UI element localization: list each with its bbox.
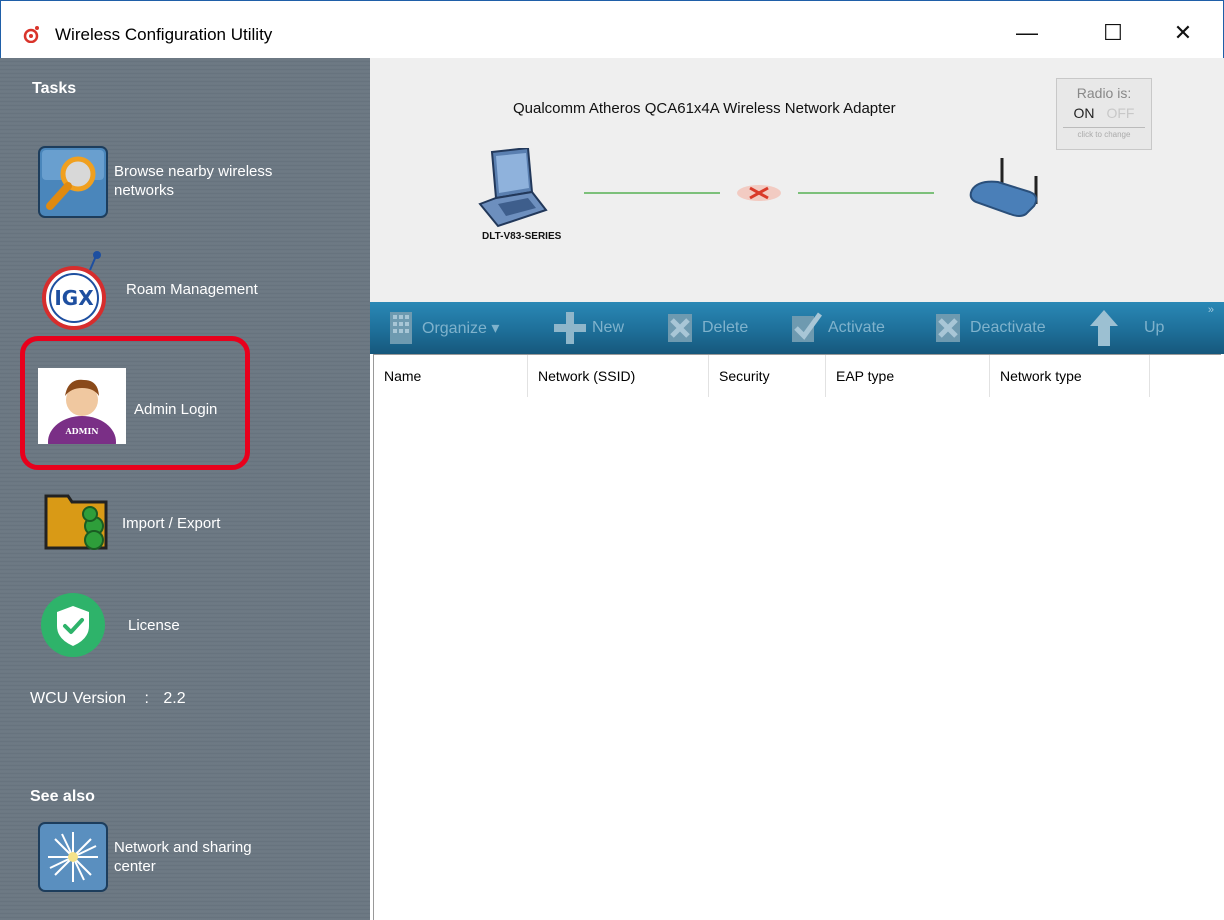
sidebar-item-import-export[interactable]: Import / Export (44, 490, 264, 554)
radio-on-label: ON (1073, 105, 1095, 121)
up-label: Up (1144, 319, 1165, 336)
column-header-name[interactable]: Name (374, 355, 528, 397)
deactivate-label: Deactivate (970, 319, 1046, 336)
sidebar-item-label: Import / Export (122, 515, 221, 532)
profile-toolbar: Organize ▾ New Delete Activate Deactivat… (370, 302, 1224, 354)
sidebar-item-label: Admin Login (134, 401, 218, 418)
profile-list[interactable]: Name Network (SSID) Security EAP type Ne… (373, 354, 1221, 920)
shield-check-icon (41, 593, 105, 657)
router-icon (969, 158, 1038, 217)
column-header-eap-type[interactable]: EAP type (826, 355, 990, 397)
computer-name: DLT-V83-SERIES (482, 231, 562, 242)
new-button[interactable]: New (554, 302, 624, 354)
adapter-name: Qualcomm Atheros QCA61x4A Wireless Netwo… (513, 100, 896, 117)
svg-text:IGX: IGX (54, 286, 94, 310)
sidebar-item-license[interactable]: License (40, 592, 240, 658)
sidebar-item-label: License (128, 617, 180, 634)
deactivate-icon (936, 314, 960, 342)
column-header-security[interactable]: Security (709, 355, 826, 397)
minimize-button[interactable]: — (997, 11, 1057, 55)
sidebar-item-label: Roam Management (126, 281, 258, 298)
main-pane: Qualcomm Atheros QCA61x4A Wireless Netwo… (370, 58, 1224, 920)
sidebar-item-label: Browse nearby wireless networks (114, 163, 273, 199)
sidebar-item-network-sharing-center[interactable]: Network and sharing center (38, 822, 308, 894)
maximize-button[interactable]: ☐ (1083, 11, 1143, 55)
column-header-ssid[interactable]: Network (SSID) (528, 355, 709, 397)
sidebar-item-roam-management[interactable]: IGX Roam Management (38, 248, 308, 334)
deactivate-button[interactable]: Deactivate (932, 302, 1046, 354)
adapter-banner: Qualcomm Atheros QCA61x4A Wireless Netwo… (370, 58, 1224, 302)
folder-icon (44, 494, 108, 550)
magnifier-icon (38, 146, 108, 218)
radio-toggle[interactable]: Radio is: ON OFF click to change (1056, 78, 1152, 150)
organize-button[interactable]: Organize ▾ (384, 302, 499, 354)
version-value: 2.2 (163, 690, 186, 707)
delete-label: Delete (702, 319, 749, 336)
admin-icon-text: ADMIN (64, 426, 98, 436)
activate-icon (792, 312, 822, 342)
up-arrow-icon (1090, 310, 1118, 346)
column-header-network-type[interactable]: Network type (990, 355, 1150, 397)
network-star-icon (38, 822, 108, 892)
app-logo-icon (23, 26, 39, 43)
radio-title: Radio is: (1076, 85, 1132, 101)
disconnected-x-icon (758, 184, 778, 202)
tasks-heading: Tasks (32, 80, 77, 97)
sidebar-item-browse-networks[interactable]: Browse nearby wireless networks (38, 146, 308, 222)
laptop-icon (478, 148, 548, 228)
admin-user-icon: ADMIN (38, 368, 126, 444)
activate-button[interactable]: Activate (790, 302, 885, 354)
radio-off-label: OFF (1106, 105, 1135, 121)
organize-icon (390, 312, 412, 344)
see-also-heading: See also (30, 788, 95, 805)
radio-hint: click to change (1063, 127, 1145, 139)
close-button[interactable]: ✕ (1153, 11, 1213, 55)
version-separator: : (144, 690, 149, 707)
organize-label: Organize ▾ (422, 320, 500, 337)
version-info: WCU Version : 2.2 (30, 690, 186, 708)
sidebar-item-admin-login[interactable]: ADMIN Admin Login (38, 368, 238, 444)
version-label: WCU Version (30, 690, 127, 707)
new-label: New (592, 319, 625, 336)
activate-label: Activate (828, 319, 885, 336)
up-button[interactable]: Up (1088, 302, 1164, 354)
igx-roam-icon: IGX (42, 251, 106, 330)
toolbar-overflow-button[interactable]: » (1208, 304, 1214, 316)
title-bar: Wireless Configuration Utility — ☐ ✕ (0, 0, 1224, 58)
delete-icon (668, 314, 692, 342)
window-title: Wireless Configuration Utility (55, 25, 273, 44)
sidebar-item-label: Network and sharing center (114, 839, 252, 875)
sidebar: Tasks Browse nearby wireless networks IG… (0, 58, 370, 920)
delete-button[interactable]: Delete (664, 302, 748, 354)
new-icon (554, 312, 586, 344)
